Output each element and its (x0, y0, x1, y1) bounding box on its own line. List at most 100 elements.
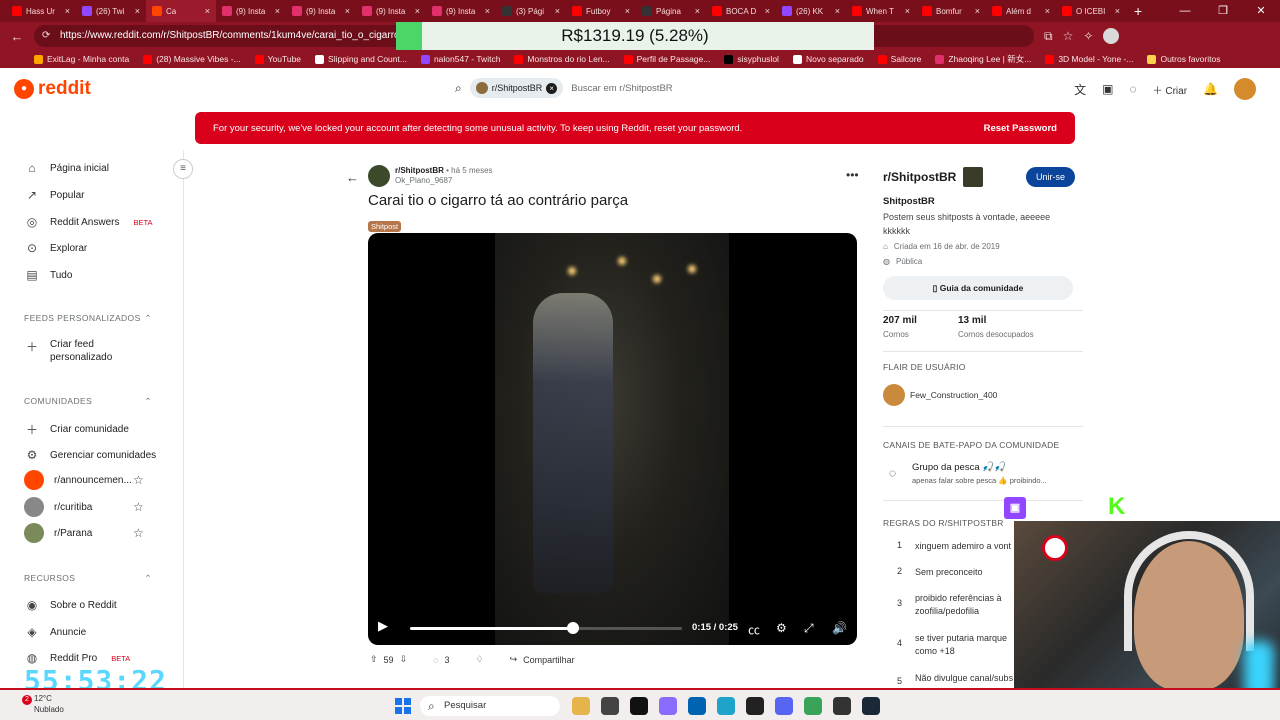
tab-close-icon[interactable]: × (135, 6, 140, 16)
sidebar-item-popular[interactable]: ↗ Popular (24, 188, 85, 202)
rule-item[interactable]: xinguem ademiro a vont (915, 540, 1025, 553)
join-button[interactable]: Unir-se (1026, 167, 1076, 187)
user-flair-name[interactable]: Few_Construction_400 (910, 390, 997, 400)
browser-tab[interactable]: (3) Pági × (496, 0, 566, 22)
captions-icon[interactable]: ㏄ (748, 621, 760, 638)
game-app-icon[interactable] (804, 697, 822, 715)
extension-icon[interactable]: ⧉ (1044, 29, 1053, 44)
settings-gear-icon[interactable]: ⚙ (776, 621, 787, 635)
favorite-star-icon[interactable]: ☆ (133, 473, 144, 487)
sidebar-item-explore[interactable]: ⊙ Explorar (24, 241, 87, 255)
tab-close-icon[interactable]: × (975, 6, 980, 16)
search-community-chip[interactable]: r/ShitpostBR × (469, 78, 564, 98)
bookmark-star-icon[interactable]: ☆ (1063, 29, 1074, 43)
browser-tab[interactable]: Futboy × (566, 0, 636, 22)
sidebar-community-curitiba[interactable]: r/curitiba (24, 497, 92, 517)
fullscreen-icon[interactable]: ⤢ (804, 621, 814, 636)
tab-close-icon[interactable]: × (345, 6, 350, 16)
chat-channel-name[interactable]: Grupo da pesca 🎣🎣 (912, 462, 1006, 473)
upvote-icon[interactable]: ⇧ (370, 654, 378, 665)
search-bar[interactable]: ⌕ r/ShitpostBR × Buscar em r/ShitpostBR (455, 75, 815, 101)
reddit-logo[interactable]: ● reddit (14, 78, 91, 100)
bookmark-item[interactable]: sisyphuslol (724, 54, 779, 64)
browser-tab[interactable]: (9) Insta × (356, 0, 426, 22)
sidebar-item-answers[interactable]: ◎ Reddit Answers BETA (24, 215, 153, 229)
more-options-icon[interactable]: ••• (846, 168, 859, 182)
sidebar-community-parana[interactable]: r/Parana (24, 523, 92, 543)
tab-close-icon[interactable]: × (485, 6, 490, 16)
video-progress-bar[interactable] (410, 627, 682, 630)
browser-tab[interactable]: When T × (846, 0, 916, 22)
clear-chip-icon[interactable]: × (546, 82, 558, 94)
browser-tab[interactable]: (9) Insta × (426, 0, 496, 22)
ads-icon[interactable]: ▣ (1102, 82, 1113, 96)
tab-close-icon[interactable]: × (205, 6, 210, 16)
tab-close-icon[interactable]: × (625, 6, 630, 16)
windows-start-icon[interactable] (395, 698, 411, 714)
reset-password-button[interactable]: Reset Password (984, 123, 1057, 134)
sidebar-item-about[interactable]: ◉ Sobre o Reddit (24, 598, 117, 612)
browser-tab[interactable]: Página × (636, 0, 706, 22)
tab-close-icon[interactable]: × (905, 6, 910, 16)
browser-tab[interactable]: BOCA D × (706, 0, 776, 22)
weather-widget[interactable]: 2 12°C Nublado (22, 694, 64, 715)
bookmark-item[interactable]: Monstros do rio Len... (514, 54, 610, 64)
taskbar-search[interactable]: Pesquisar (420, 696, 560, 716)
chat-icon[interactable]: ◌ (1129, 82, 1136, 96)
video-scrubber-handle[interactable] (567, 622, 580, 634)
collapse-sidebar-button[interactable]: ≡ (173, 159, 193, 179)
discord-icon[interactable] (775, 697, 793, 715)
feeds-section-header[interactable]: FEEDS PERSONALIZADOS ⌃ (24, 313, 152, 324)
comments-button[interactable]: ◌ 3 (433, 655, 449, 665)
community-title[interactable]: r/ShitpostBR (883, 170, 956, 184)
edge-icon[interactable] (717, 697, 735, 715)
sidebar-community-announcements[interactable]: r/announcemen... (24, 470, 132, 490)
rule-item[interactable]: se tiver putaria marque como +18 (915, 632, 1025, 658)
tab-close-icon[interactable]: × (1045, 6, 1050, 16)
create-button[interactable]: ＋ Criar (1153, 82, 1187, 97)
tab-close-icon[interactable]: × (555, 6, 560, 16)
browser-tab[interactable]: Bomfur × (916, 0, 986, 22)
bookmark-item[interactable]: Outros favoritos (1147, 54, 1220, 64)
browser-tab[interactable]: (9) Insta × (216, 0, 286, 22)
close-icon[interactable]: ✕ (1242, 0, 1280, 22)
back-icon[interactable]: ← (10, 29, 24, 44)
bookmark-item[interactable]: ExitLag - Minha conta (34, 54, 129, 64)
create-feed-item[interactable]: ＋ Criar feed personalizado (24, 338, 112, 364)
new-tab-icon[interactable]: + (1134, 3, 1142, 19)
translate-icon[interactable]: 文 (1074, 81, 1086, 98)
volume-icon[interactable]: 🔊 (832, 621, 847, 635)
tab-close-icon[interactable]: × (415, 6, 420, 16)
video-player[interactable]: ▶ 0:15 / 0:25 ㏄ ⚙ ⤢ 🔊 (368, 233, 857, 645)
tab-close-icon[interactable]: × (1115, 6, 1120, 16)
subreddit-avatar[interactable] (368, 165, 390, 187)
obs-icon[interactable] (833, 697, 851, 715)
post-subreddit-link[interactable]: r/ShitpostBR (395, 166, 444, 175)
tab-close-icon[interactable]: × (65, 6, 70, 16)
file-explorer-icon[interactable] (601, 697, 619, 715)
bookmark-item[interactable]: Zhaoqing Lee | 新女... (935, 53, 1031, 65)
maximize-icon[interactable]: ❐ (1204, 0, 1242, 22)
tab-close-icon[interactable]: × (275, 6, 280, 16)
bookmark-item[interactable]: 3D Model - Yone -... (1045, 54, 1133, 64)
user-avatar[interactable] (1234, 78, 1256, 100)
manage-communities-item[interactable]: ⚙ Gerenciar comunidades (24, 448, 157, 462)
sidebar-item-advertise[interactable]: ◈ Anuncie (24, 625, 86, 639)
downvote-icon[interactable]: ⇩ (400, 654, 408, 665)
bookmark-item[interactable]: nalon547 - Twitch (420, 54, 500, 64)
rule-item[interactable]: proibido referências à zoofilia/pedofili… (915, 592, 1025, 618)
sidebar-item-home[interactable]: ⌂ Página inicial (24, 161, 109, 175)
puzzle-icon[interactable]: ✧ (1083, 29, 1093, 43)
browser-tab[interactable]: O ICEBI × (1056, 0, 1126, 22)
fox-app-icon[interactable] (572, 697, 590, 715)
post-flair[interactable]: Shitpost (368, 221, 402, 232)
bookmark-item[interactable]: Novo separado (792, 54, 864, 64)
store-icon[interactable] (688, 697, 706, 715)
tab-close-icon[interactable]: × (695, 6, 700, 16)
browser-tab[interactable]: Ca × (146, 0, 216, 22)
browser-tab[interactable]: Hass Ur × (6, 0, 76, 22)
bookmark-item[interactable]: YouTube (254, 54, 301, 64)
notes-app-icon[interactable] (630, 697, 648, 715)
tab-close-icon[interactable]: × (835, 6, 840, 16)
github-icon[interactable] (746, 697, 764, 715)
